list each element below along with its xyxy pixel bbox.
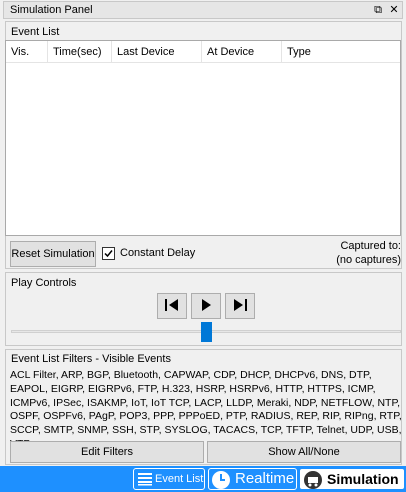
playback-speed-slider-thumb[interactable] [201,322,212,342]
event-list-toggle-button[interactable]: Event List [133,468,205,490]
constant-delay-label: Constant Delay [120,247,196,259]
event-list-toggle-label: Event List [155,473,204,485]
panel-title: Simulation Panel [10,4,93,16]
event-list-header: Vis. Time(sec) Last Device At Device Typ… [6,41,400,63]
simulation-icon [304,471,322,489]
step-back-button[interactable] [157,293,187,319]
clock-icon [212,471,230,489]
mode-bar: Event List Realtime Simulation [0,466,406,492]
visible-events-list: ACL Filter, ARP, BGP, Bluetooth, CAPWAP,… [10,369,402,450]
play-button[interactable] [191,293,221,319]
event-list-table[interactable]: Vis. Time(sec) Last Device At Device Typ… [5,40,401,236]
column-header-time[interactable]: Time(sec) [48,41,112,63]
realtime-mode-tab[interactable]: Realtime [208,468,297,490]
panel-titlebar: Simulation Panel ⧉ ✕ [3,1,403,19]
play-icon [202,298,211,311]
skip-forward-icon [234,298,247,311]
close-icon[interactable]: ✕ [387,2,401,18]
edit-filters-button[interactable]: Edit Filters [10,441,204,463]
show-all-none-button[interactable]: Show All/None [207,441,401,463]
simulation-mode-label: Simulation [327,471,399,487]
filters-label: Event List Filters - Visible Events [11,353,171,365]
constant-delay-checkbox[interactable] [102,247,115,260]
captured-to-label: Captured to: [340,240,401,252]
column-header-last-device[interactable]: Last Device [112,41,202,63]
captured-to-value: (no captures) [336,254,401,266]
reset-simulation-button[interactable]: Reset Simulation [10,241,96,267]
list-icon [138,473,152,486]
checkmark-icon [104,250,113,258]
event-list-label: Event List [11,26,60,38]
column-header-at-device[interactable]: At Device [202,41,282,63]
simulation-mode-tab[interactable]: Simulation [299,468,405,490]
skip-back-icon [165,298,178,311]
column-header-vis[interactable]: Vis. [6,41,48,63]
realtime-mode-label: Realtime [235,470,295,487]
column-header-type[interactable]: Type [282,41,400,63]
step-forward-button[interactable] [225,293,255,319]
play-controls-label: Play Controls [11,277,77,289]
restore-window-icon[interactable]: ⧉ [371,2,385,18]
